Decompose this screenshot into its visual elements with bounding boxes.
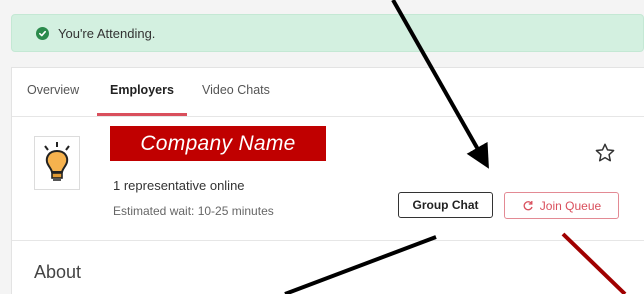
about-heading: About <box>34 262 82 282</box>
tab-bar: Overview Employers Video Chats <box>12 68 644 117</box>
tab-employers[interactable]: Employers <box>110 83 174 97</box>
tab-video-chats[interactable]: Video Chats <box>202 83 270 97</box>
attendance-banner: You're Attending. <box>11 14 644 52</box>
lightbulb-icon <box>44 142 70 181</box>
refresh-icon <box>522 200 534 212</box>
check-circle-icon <box>36 26 49 40</box>
estimated-wait: Estimated wait: 10-25 minutes <box>113 204 274 218</box>
section-divider <box>12 240 644 241</box>
representatives-online: 1 representative online <box>113 178 245 193</box>
join-queue-label: Join Queue <box>539 198 602 213</box>
attendance-text: You're Attending. <box>58 25 156 41</box>
tab-overview[interactable]: Overview <box>27 83 79 97</box>
company-logo <box>34 136 80 190</box>
employer-card: Overview Employers Video Chats Company N… <box>11 67 644 294</box>
company-name[interactable]: Company Name <box>110 126 326 161</box>
join-queue-button[interactable]: Join Queue <box>504 192 619 219</box>
active-tab-indicator <box>97 113 187 116</box>
group-chat-button[interactable]: Group Chat <box>398 192 493 218</box>
star-outline-icon[interactable] <box>594 142 616 164</box>
